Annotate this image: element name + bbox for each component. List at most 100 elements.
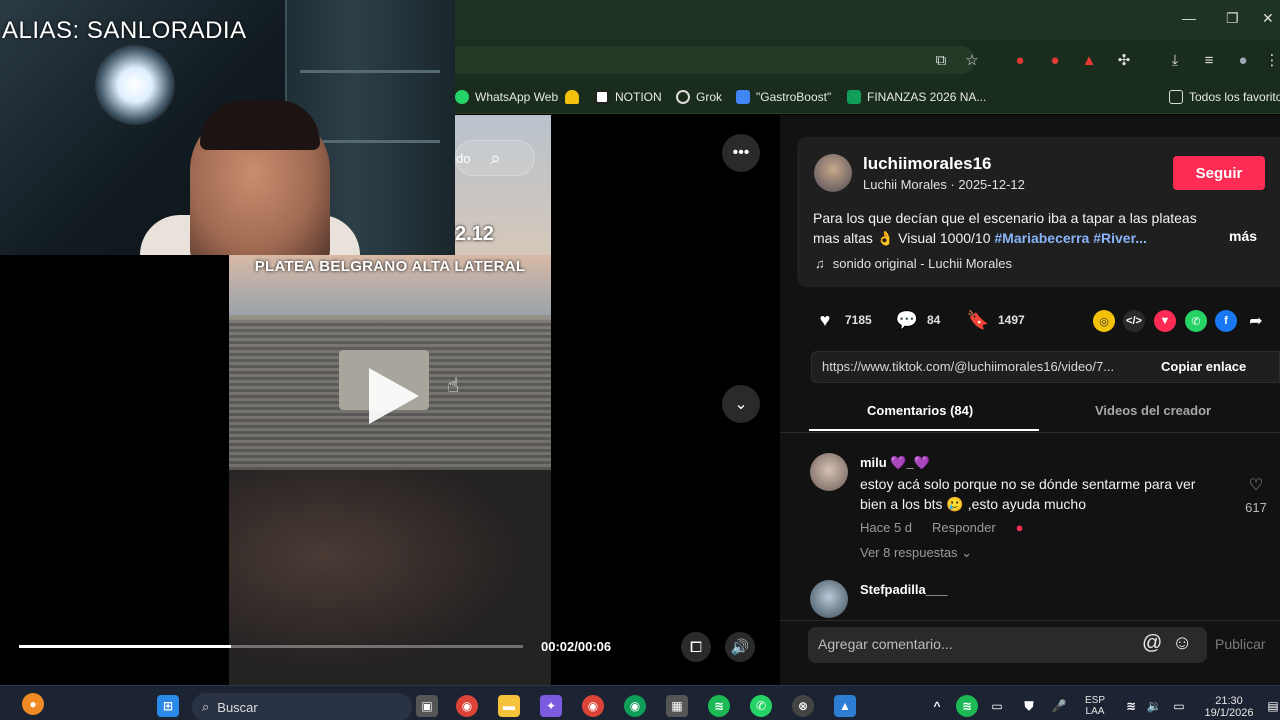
install-app-icon[interactable]: ⧉ xyxy=(931,50,951,70)
chrome-profile2-icon[interactable]: ◉ xyxy=(624,695,646,717)
widgets-icon[interactable]: ● xyxy=(22,693,44,715)
tab-comments[interactable]: Comentarios (84) xyxy=(867,403,973,418)
microphone-icon[interactable]: 🎤 xyxy=(1048,695,1070,717)
comment-avatar[interactable] xyxy=(810,453,848,491)
copy-link-button[interactable]: Copiar enlace xyxy=(1161,359,1246,374)
extension-abp-icon[interactable]: ● xyxy=(1010,50,1030,70)
wifi-icon[interactable]: ≋ xyxy=(1120,695,1142,717)
chrome-icon[interactable]: ◉ xyxy=(456,695,478,717)
language-indicator[interactable]: ESP LAA xyxy=(1080,695,1110,717)
taskbar-search-label: Buscar xyxy=(217,699,258,715)
chrome-profile-icon[interactable]: ◉ xyxy=(582,695,604,717)
extensions-puzzle-icon[interactable]: ✣ xyxy=(1114,50,1134,70)
reply-button[interactable]: Responder xyxy=(932,520,996,535)
comment-stat[interactable]: 💬 84 xyxy=(895,309,941,330)
comment-author[interactable]: Stefpadilla___ xyxy=(860,582,947,597)
share-link-url[interactable]: https://www.tiktok.com/@luchiimorales16/… xyxy=(822,359,1140,374)
save-stat[interactable]: 🔖 1497 xyxy=(966,309,1025,330)
publish-button[interactable]: Publicar xyxy=(1215,636,1266,652)
taskbar-search[interactable]: ⌕ Buscar xyxy=(192,693,412,720)
active-tab-indicator xyxy=(809,429,1039,431)
video-search-overlay[interactable]: do ⌕ xyxy=(455,140,535,176)
follow-button[interactable]: Seguir xyxy=(1173,156,1265,190)
music-info[interactable]: ♫ sonido original - Luchii Morales xyxy=(815,256,1012,271)
extension-red-icon[interactable]: ● xyxy=(1045,50,1065,70)
comment-author[interactable]: milu 💜_💜 xyxy=(860,455,930,471)
calculator-icon[interactable]: ▦ xyxy=(666,695,688,717)
tray-spotify-icon[interactable]: ≋ xyxy=(956,695,978,717)
tray-chevron-icon[interactable]: ^ xyxy=(926,695,948,717)
bookmark-gastroboost[interactable]: "GastroBoost" xyxy=(736,88,831,106)
bookmark-notion[interactable]: NOTION xyxy=(595,88,662,106)
share-arrow-icon[interactable]: ➦ xyxy=(1245,310,1267,332)
hashtag-links[interactable]: #Mariabecerra #River... xyxy=(994,230,1147,246)
floating-player-icon[interactable]: ⧠ xyxy=(681,632,711,662)
copilot-icon[interactable]: ✦ xyxy=(540,695,562,717)
xbox-icon[interactable]: ⊗ xyxy=(792,695,814,717)
play-icon[interactable] xyxy=(369,368,419,424)
facebook-share-icon[interactable]: f xyxy=(1215,310,1237,332)
post-description: Para los que decían que el escenario iba… xyxy=(813,208,1223,248)
mention-icon[interactable]: @ xyxy=(1142,632,1162,655)
comment-bubble-icon: 💬 xyxy=(895,309,919,330)
more-options-button[interactable]: ••• xyxy=(722,134,760,172)
tab-divider xyxy=(780,432,1280,433)
tray-app-icon[interactable]: ▭ xyxy=(986,695,1008,717)
like-stat[interactable]: ♥ 7185 xyxy=(815,310,872,330)
webcam-overlay: ALIAS: SANLORADIA xyxy=(0,0,455,255)
grok-icon xyxy=(676,90,690,104)
bookmark-bell[interactable] xyxy=(565,88,579,106)
spotify-icon[interactable]: ≋ xyxy=(708,695,730,717)
send-to-friends-icon[interactable]: ▼ xyxy=(1154,310,1176,332)
folder-icon xyxy=(1169,90,1183,104)
author-username[interactable]: luchiimorales16 xyxy=(863,154,992,174)
repost-icon[interactable]: ◎ xyxy=(1093,310,1115,332)
whatsapp-app-icon[interactable]: ✆ xyxy=(750,695,772,717)
next-video-button[interactable]: ⌄ xyxy=(722,385,760,423)
speaker-icon[interactable]: 🔉 xyxy=(1143,695,1165,717)
bell-icon xyxy=(565,90,579,104)
comment-like-icon[interactable]: ♡ xyxy=(1244,475,1268,495)
clock[interactable]: 21:30 19/1/2026 xyxy=(1198,695,1260,719)
video-date-overlay: 2.12 xyxy=(455,223,494,245)
whatsapp-icon xyxy=(455,90,469,104)
bookmark-icon: 🔖 xyxy=(966,309,990,330)
docs-icon xyxy=(736,90,750,104)
profile-avatar-icon[interactable]: ● xyxy=(1233,50,1253,70)
battery-icon[interactable]: ▭ xyxy=(1168,695,1190,717)
emoji-icon[interactable]: ☺ xyxy=(1172,632,1192,655)
notion-icon xyxy=(595,90,609,104)
notifications-icon[interactable]: ▤ xyxy=(1262,695,1280,717)
embed-icon[interactable]: </> xyxy=(1123,310,1145,332)
video-progress-fill xyxy=(19,645,231,648)
video-progress-bar[interactable] xyxy=(19,645,523,648)
task-view-icon[interactable]: ▣ xyxy=(416,695,438,717)
whatsapp-share-icon[interactable]: ✆ xyxy=(1185,310,1207,332)
screen: — ❐ ✕ ⧉ ☆ ● ● ▲ ✣ ⤓ ≡ ● ⋮ WhatsApp Web N… xyxy=(0,0,1280,720)
browser-menu-icon[interactable]: ⋮ xyxy=(1262,50,1280,70)
bookmark-finanzas[interactable]: FINANZAS 2026 NA... xyxy=(847,88,986,106)
author-avatar[interactable] xyxy=(814,154,852,192)
extension-pdf-icon[interactable]: ▲ xyxy=(1079,50,1099,70)
photos-icon[interactable]: ▲ xyxy=(834,695,856,717)
media-control-icon[interactable]: ≡ xyxy=(1199,50,1219,70)
maximize-button[interactable]: ❐ xyxy=(1226,10,1239,27)
bookmark-star-icon[interactable]: ☆ xyxy=(962,50,982,70)
language-bottom: LAA xyxy=(1085,706,1105,717)
bookmark-whatsapp[interactable]: WhatsApp Web xyxy=(455,88,558,106)
omnibox[interactable] xyxy=(455,46,975,74)
more-link[interactable]: más xyxy=(1229,228,1257,244)
comment-avatar[interactable] xyxy=(810,580,848,618)
file-explorer-icon[interactable]: ▬ xyxy=(498,695,520,717)
download-icon[interactable]: ⤓ xyxy=(1165,50,1185,70)
comment-text: estoy acá solo porque no se dónde sentar… xyxy=(860,476,1196,512)
tab-creator-videos[interactable]: Videos del creador xyxy=(1095,403,1211,418)
view-replies-button[interactable]: Ver 8 respuestas ⌄ xyxy=(860,545,972,561)
all-bookmarks-folder[interactable]: Todos los favorito xyxy=(1169,88,1280,106)
minimize-button[interactable]: — xyxy=(1182,10,1196,26)
windows-start-icon[interactable]: ⊞ xyxy=(157,695,179,717)
tray-shield-icon[interactable]: ⛊ xyxy=(1018,695,1040,717)
volume-icon[interactable]: 🔊 xyxy=(725,632,755,662)
close-window-button[interactable]: ✕ xyxy=(1262,10,1274,27)
bookmark-grok[interactable]: Grok xyxy=(676,88,722,106)
